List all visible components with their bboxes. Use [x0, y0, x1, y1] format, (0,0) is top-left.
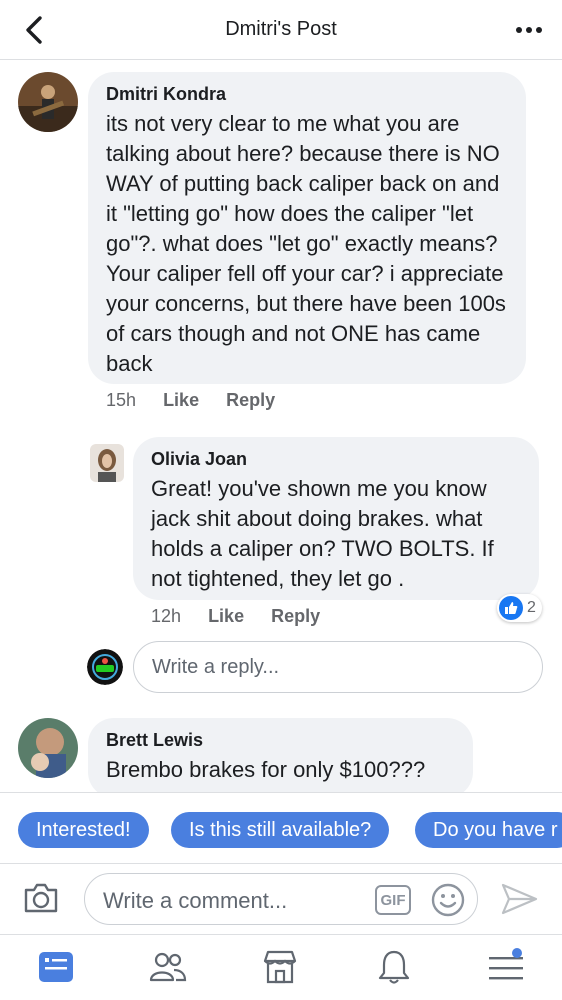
avatar: [87, 649, 123, 685]
camera-icon: [24, 883, 58, 913]
reaction-count: 2: [527, 599, 536, 616]
quick-reply-chip[interactable]: Interested!: [18, 812, 149, 848]
comment-text: Brembo brakes for only $100???: [106, 757, 426, 782]
quick-reply-chip[interactable]: Is this still available?: [171, 812, 390, 848]
post-header: Dmitri's Post: [0, 0, 562, 60]
gif-button[interactable]: GIF: [375, 885, 411, 915]
comment-time: 15h: [106, 390, 137, 410]
comment-composer: Write a comment... GIF: [0, 864, 562, 934]
avatar[interactable]: [18, 718, 78, 778]
comment-bubble[interactable]: Dmitri Kondra its not very clear to me w…: [88, 72, 526, 384]
send-button[interactable]: [500, 882, 538, 916]
bottom-tab-bar: [0, 934, 562, 1000]
menu-icon: [489, 948, 523, 980]
news-feed-icon: [39, 952, 73, 982]
comment-author[interactable]: Olivia Joan: [151, 449, 521, 470]
comment-meta: 12h Like Reply: [151, 606, 342, 627]
tab-menu[interactable]: [486, 947, 526, 987]
reaction-summary[interactable]: 2: [497, 594, 542, 622]
more-dots-icon: [516, 27, 542, 33]
avatar[interactable]: [90, 444, 124, 482]
comment-author[interactable]: Dmitri Kondra: [106, 84, 508, 105]
like-button[interactable]: Like: [208, 606, 244, 626]
camera-button[interactable]: [22, 881, 60, 915]
reply-button[interactable]: Reply: [271, 606, 320, 626]
tab-marketplace[interactable]: [260, 947, 300, 987]
comment-time: 12h: [151, 606, 182, 626]
reply-input[interactable]: Write a reply...: [133, 641, 543, 693]
page-title: Dmitri's Post: [225, 18, 337, 40]
marketplace-icon: [263, 950, 297, 984]
friends-icon: [149, 952, 187, 982]
comment-author[interactable]: Brett Lewis: [106, 730, 455, 751]
comment-input[interactable]: Write a comment... GIF: [84, 873, 478, 925]
send-icon: [501, 883, 538, 915]
bell-icon: [378, 950, 410, 984]
comment-meta: 15h Like Reply: [106, 390, 297, 411]
reply-button[interactable]: Reply: [226, 390, 275, 410]
emoji-button[interactable]: [431, 883, 465, 917]
tab-news-feed[interactable]: [36, 947, 76, 987]
smiley-icon: [431, 883, 465, 917]
tab-friends[interactable]: [148, 947, 188, 987]
tab-notifications[interactable]: [374, 947, 414, 987]
quick-replies-bar: Interested! Is this still available? Do …: [0, 792, 562, 864]
quick-reply-chip[interactable]: Do you have r: [415, 812, 562, 848]
comment-placeholder: Write a comment...: [103, 888, 288, 913]
like-button[interactable]: Like: [163, 390, 199, 410]
comment-bubble[interactable]: Brett Lewis Brembo brakes for only $100?…: [88, 718, 473, 798]
avatar[interactable]: [18, 72, 78, 132]
comment-text: Great! you've shown me you know jack shi…: [151, 476, 494, 591]
thumbs-up-icon: [499, 596, 523, 620]
comment-text: its not very clear to me what you are ta…: [106, 111, 506, 376]
more-options-button[interactable]: [514, 20, 544, 40]
comment-bubble[interactable]: Olivia Joan Great! you've shown me you k…: [133, 437, 539, 600]
